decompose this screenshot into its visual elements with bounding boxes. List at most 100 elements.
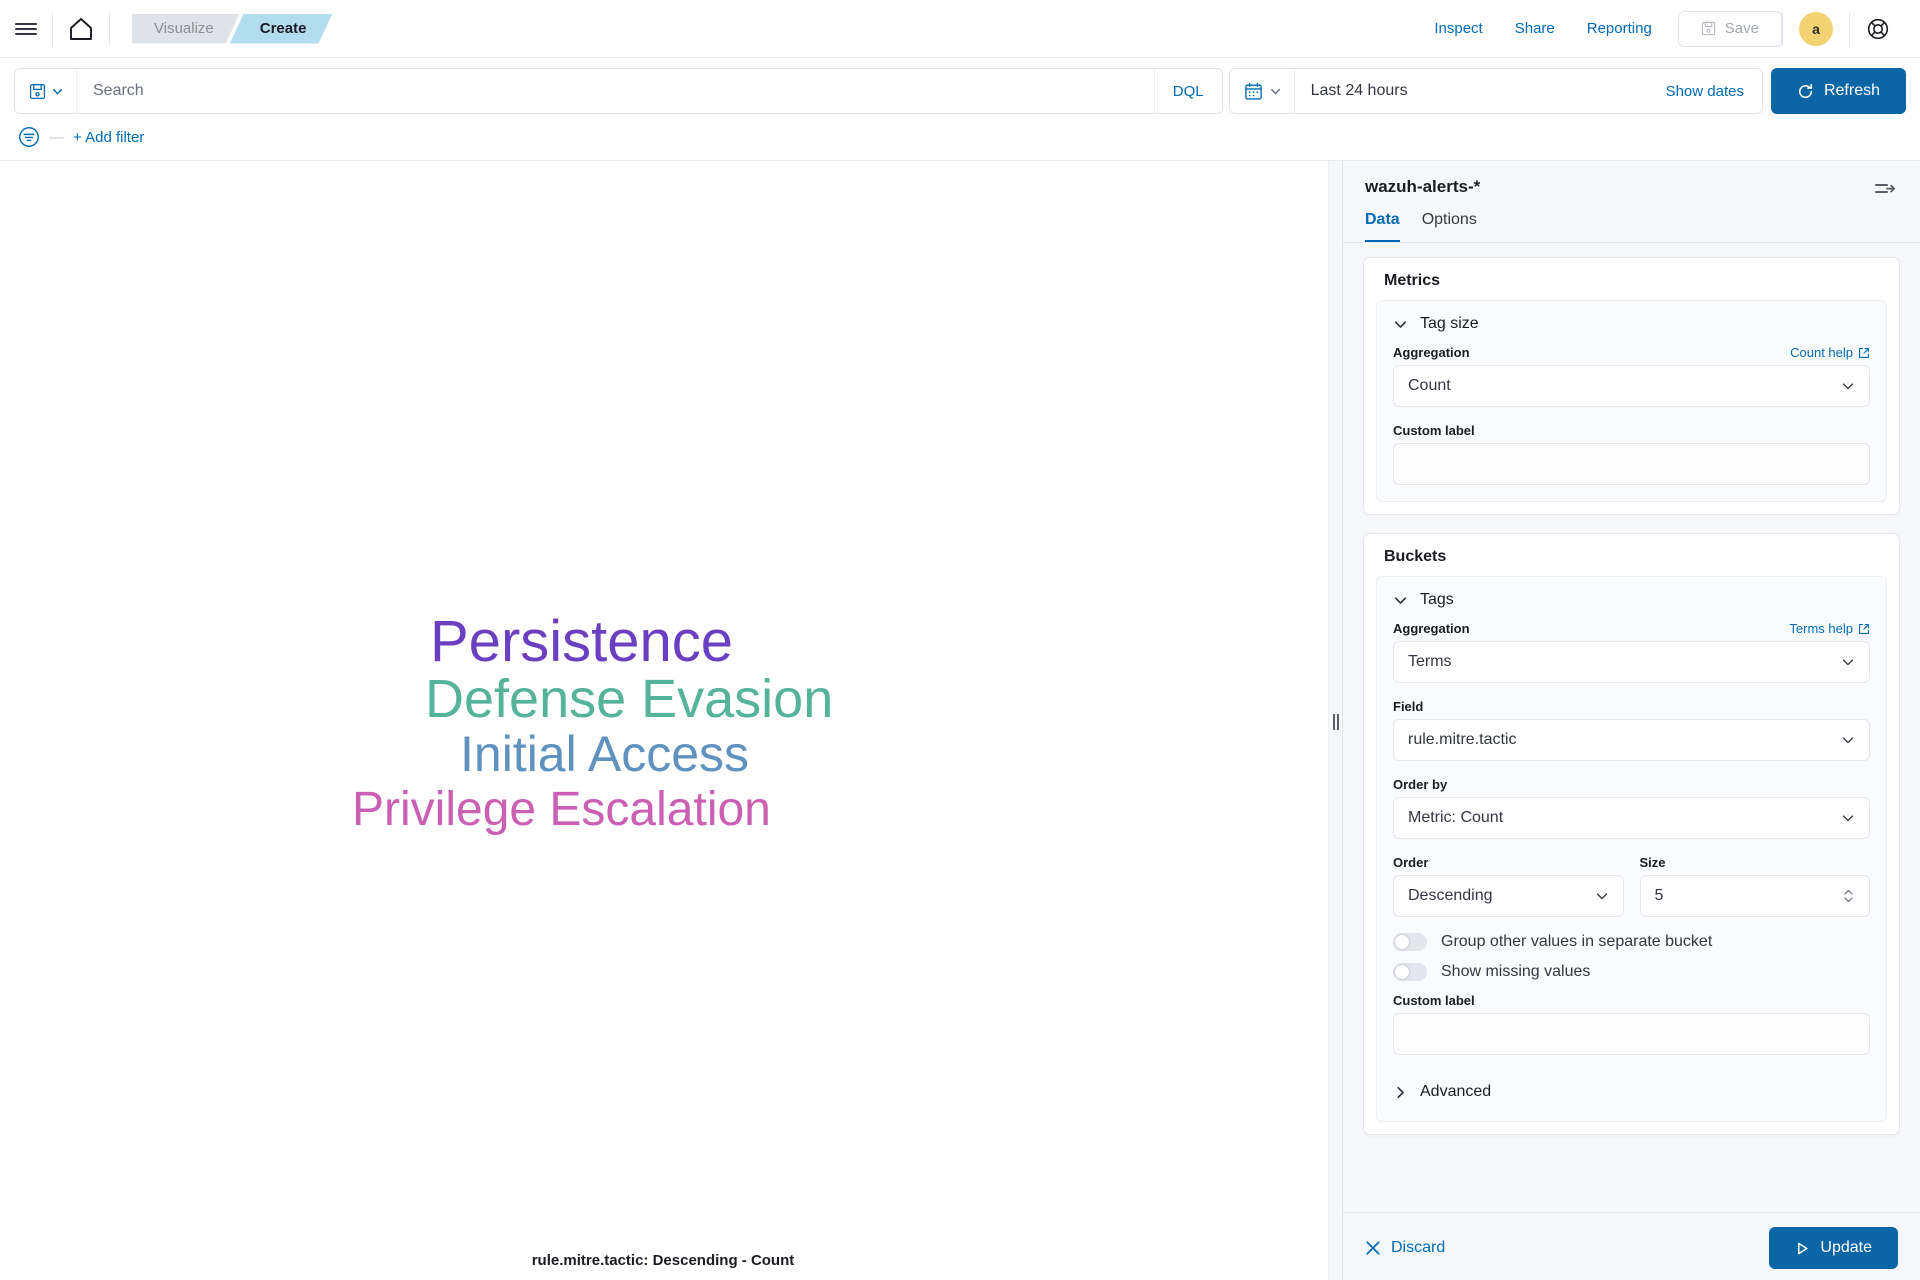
calendar-icon[interactable]: [1230, 69, 1295, 113]
advanced-accordion-header[interactable]: Advanced: [1393, 1071, 1870, 1105]
tab-data[interactable]: Data: [1365, 211, 1400, 242]
tag-size-label: Tag size: [1420, 315, 1479, 332]
inspect-link[interactable]: Inspect: [1418, 20, 1498, 37]
aggregation-label: Aggregation: [1393, 345, 1470, 360]
external-link-icon: [1858, 623, 1870, 635]
breadcrumb-label: Visualize: [154, 20, 214, 37]
discard-button[interactable]: Discard: [1365, 1239, 1445, 1257]
filter-list-icon[interactable]: [18, 126, 40, 148]
advanced-label: Advanced: [1420, 1083, 1492, 1100]
custom-label-label: Custom label: [1393, 993, 1475, 1008]
search-input[interactable]: [77, 82, 1154, 100]
buckets-card: Buckets Tags Aggregation Terms help Term…: [1363, 533, 1900, 1135]
refresh-icon: [1797, 83, 1814, 100]
terms-help-label: Terms help: [1789, 621, 1853, 636]
share-link[interactable]: Share: [1499, 20, 1571, 37]
field-label: Field: [1393, 699, 1424, 714]
bucket-field-value: rule.mitre.tactic: [1408, 731, 1517, 748]
saved-query-button[interactable]: [15, 69, 77, 113]
breadcrumb-item-create[interactable]: Create: [230, 14, 333, 44]
bucket-aggregation-value: Terms: [1408, 653, 1452, 670]
order-label: Order: [1393, 855, 1429, 870]
metric-aggregation-value: Count: [1408, 377, 1451, 394]
floppy-disk-icon: [1701, 21, 1716, 36]
word-cloud-tag[interactable]: Privilege Escalation: [352, 786, 771, 834]
chevron-down-icon: [1595, 889, 1609, 903]
tag-size-accordion-header[interactable]: Tag size: [1393, 313, 1870, 345]
query-bar: DQL Last 24 hours Show dates: [0, 58, 1920, 122]
metric-tag-size-group: Tag size Aggregation Count help Count Cu…: [1376, 300, 1887, 502]
word-cloud-tag[interactable]: Initial Access: [460, 729, 749, 779]
bucket-orderby-field: Order by Metric: Count: [1393, 777, 1870, 839]
bucket-orderby-value: Metric: Count: [1408, 809, 1504, 826]
refresh-button[interactable]: Refresh: [1770, 68, 1906, 114]
search-bar: DQL: [14, 68, 1223, 114]
group-other-values-toggle[interactable]: [1393, 933, 1427, 951]
group-other-values-label: Group other values in separate bucket: [1441, 933, 1713, 950]
visualization-editor-panel: wazuh-alerts-* Data Options Metrics Tag …: [1342, 161, 1920, 1280]
date-range-value[interactable]: Last 24 hours: [1295, 82, 1426, 100]
size-label: Size: [1639, 855, 1666, 870]
panel-body: Metrics Tag size Aggregation Count help …: [1343, 243, 1920, 1212]
count-help-link[interactable]: Count help: [1790, 345, 1870, 360]
query-language-button[interactable]: DQL: [1153, 69, 1222, 113]
buckets-section-title: Buckets: [1384, 548, 1447, 565]
word-cloud-chart[interactable]: Persistence Defense Evasion Initial Access…: [0, 161, 1328, 1252]
bucket-aggregation-select[interactable]: Terms: [1393, 641, 1870, 683]
chevron-down-icon: [1841, 655, 1855, 669]
show-missing-values-toggle-row[interactable]: Show missing values: [1393, 963, 1870, 981]
tab-options[interactable]: Options: [1422, 211, 1477, 242]
floppy-disk-icon: [29, 83, 46, 100]
tags-accordion-header[interactable]: Tags: [1393, 589, 1870, 621]
bucket-custom-label-input[interactable]: [1393, 1013, 1870, 1055]
update-button[interactable]: Update: [1769, 1227, 1898, 1269]
collapse-panel-icon[interactable]: [1872, 177, 1898, 201]
terms-help-link[interactable]: Terms help: [1789, 621, 1870, 636]
number-stepper-icon[interactable]: [1842, 887, 1855, 905]
bucket-field-select[interactable]: rule.mitre.tactic: [1393, 719, 1870, 761]
hamburger-icon[interactable]: [0, 0, 52, 58]
chevron-down-icon: [51, 85, 64, 98]
bucket-size-input[interactable]: 5: [1639, 875, 1870, 917]
bucket-order-select[interactable]: Descending: [1393, 875, 1624, 917]
update-button-label: Update: [1820, 1239, 1872, 1256]
breadcrumb-item-visualize[interactable]: Visualize: [132, 14, 240, 44]
metric-custom-label-input[interactable]: [1393, 443, 1870, 485]
bucket-aggregation-field: Aggregation Terms help Terms: [1393, 621, 1870, 683]
add-filter-button[interactable]: + Add filter: [73, 129, 144, 146]
save-button[interactable]: Save: [1677, 10, 1782, 47]
metric-aggregation-field: Aggregation Count help Count: [1393, 345, 1870, 407]
top-navigation-bar: Visualize Create Inspect Share Reporting…: [0, 0, 1920, 58]
group-other-values-toggle-row[interactable]: Group other values in separate bucket: [1393, 933, 1870, 951]
index-pattern-title: wazuh-alerts-*: [1365, 177, 1481, 196]
save-button-label: Save: [1724, 20, 1759, 37]
panel-resize-handle[interactable]: [1328, 161, 1342, 1280]
show-missing-values-toggle[interactable]: [1393, 963, 1427, 981]
custom-label-label: Custom label: [1393, 423, 1475, 438]
chevron-down-icon: [1841, 379, 1855, 393]
avatar-initial: a: [1812, 20, 1820, 37]
chevron-down-icon: [1393, 317, 1408, 332]
word-cloud-tag[interactable]: Defense Evasion: [425, 672, 833, 726]
count-help-label: Count help: [1790, 345, 1853, 360]
nav-divider-2: [109, 11, 110, 46]
home-icon[interactable]: [53, 0, 109, 58]
bucket-tags-group: Tags Aggregation Terms help Terms Field …: [1376, 576, 1887, 1122]
external-link-icon: [1858, 347, 1870, 359]
reporting-link[interactable]: Reporting: [1571, 20, 1668, 37]
breadcrumb-label: Create: [259, 20, 307, 37]
panel-footer: Discard Update: [1343, 1212, 1920, 1280]
play-icon: [1795, 1241, 1810, 1256]
avatar[interactable]: a: [1799, 11, 1833, 46]
filter-separator: —: [49, 128, 64, 146]
chevron-down-icon: [1841, 811, 1855, 825]
bucket-orderby-select[interactable]: Metric: Count: [1393, 797, 1870, 839]
show-dates-button[interactable]: Show dates: [1426, 83, 1762, 100]
nav-divider-3: [1782, 11, 1783, 46]
aggregation-label: Aggregation: [1393, 621, 1470, 636]
life-ring-icon[interactable]: [1850, 17, 1904, 41]
date-picker-group: Last 24 hours Show dates: [1228, 68, 1763, 114]
order-by-label: Order by: [1393, 777, 1448, 792]
metric-aggregation-select[interactable]: Count: [1393, 365, 1870, 407]
word-cloud-tag[interactable]: Persistence: [430, 613, 733, 671]
